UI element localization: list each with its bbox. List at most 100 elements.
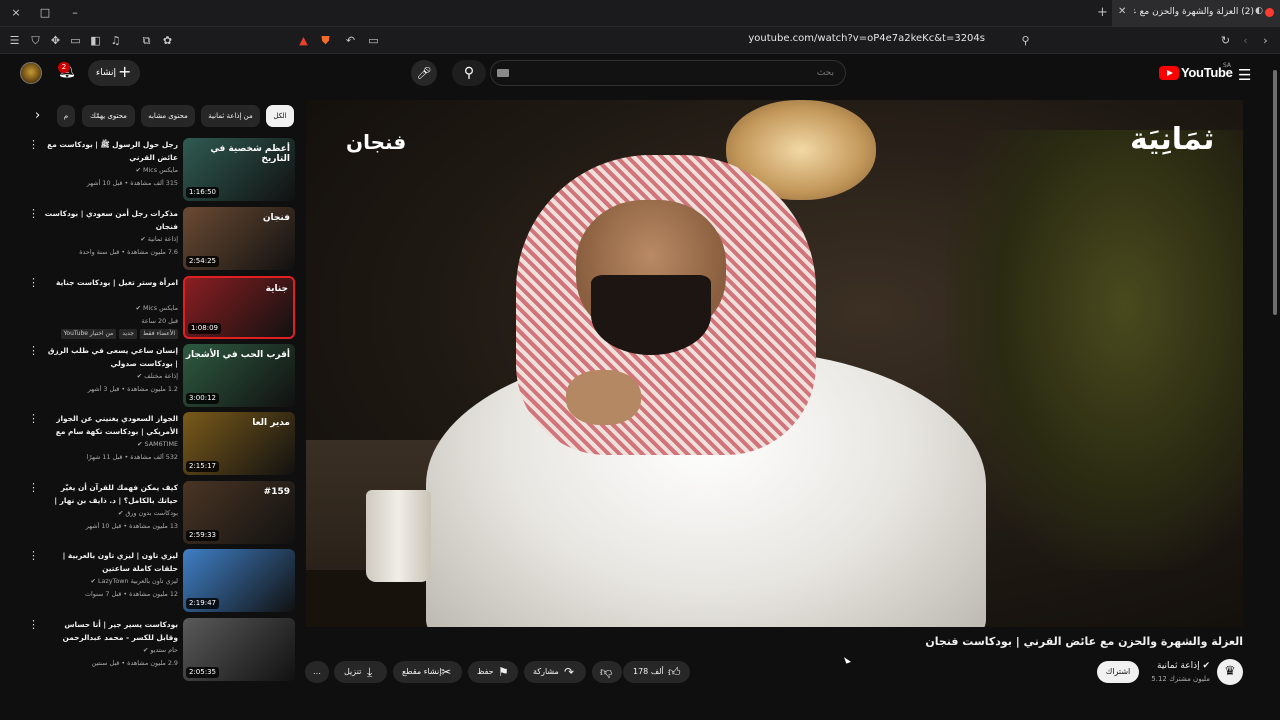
thumbnail-text: أعظم شخصية في التاريخ [210, 144, 290, 164]
recommendation-channel[interactable]: مايكس Mics ✔︎ [44, 166, 178, 174]
recommendation-item[interactable]: مدير العا 2:15:17 ⋮ الجواز السعودي يغنيني ع… [22, 412, 296, 476]
recommendation-title: ليزي تاون | ليزي تاون بالعربية | حلقات ك… [62, 551, 178, 573]
chip-recommended-for-you[interactable]: محتوى يهمّك [82, 105, 135, 127]
create-button[interactable]: إنشاء + [88, 60, 140, 86]
chip-from-channel[interactable]: من إذاعة ثمانية [201, 105, 260, 127]
search-input[interactable] [499, 64, 834, 82]
recommendation-title: بودكاست يسير جير | أنا حساس وقابل للكسر … [62, 620, 178, 642]
more-actions-button[interactable]: … [305, 661, 329, 683]
music-icon[interactable]: ♫ [108, 33, 123, 48]
brave-shields-icon[interactable]: ⛊ [318, 33, 333, 48]
chip-related[interactable]: محتوى مشابه [141, 105, 195, 127]
recommendation-channel-name: إذاعة مختلف [144, 372, 178, 380]
account-avatar[interactable] [20, 62, 42, 84]
recommendation-channel[interactable]: إذاعة ثمانية ✔︎ [44, 235, 178, 243]
recommendation-thumbnail[interactable]: #159 2:59:33 [183, 481, 295, 544]
recommendation-thumbnail[interactable]: فنجان 2:54:25 [183, 207, 295, 270]
close-window-icon[interactable]: × [7, 5, 25, 21]
channel-avatar[interactable]: ♛ [1217, 659, 1243, 685]
verified-icon: ✔︎ [137, 440, 143, 448]
minimize-window-icon[interactable]: – [66, 5, 84, 21]
recommendation-item[interactable]: فنجان 2:54:25 ⋮ مذكرات رجل أمن سعودي | بودك… [22, 207, 296, 271]
save-button[interactable]: ⚑ حفظ [468, 661, 518, 683]
page: × □ – + ✕ (2) العزلة والشهرة والحزن مع ع… [0, 0, 1280, 720]
recommendation-thumbnail[interactable]: 2:19:47 [183, 549, 295, 612]
share-page-icon[interactable]: ↶ [343, 33, 358, 48]
recommendation-thumbnail[interactable]: 2:05:35 [183, 618, 295, 681]
mouse-cursor-icon [843, 655, 852, 664]
video-duration: 1:08:09 [188, 323, 221, 334]
recommendation-thumbnail[interactable]: جناية 1:08:09 [183, 276, 295, 339]
recommendation-thumbnail[interactable]: أقرب الحب في الأشجار 3:00:12 [183, 344, 295, 407]
more-options-icon[interactable]: ⋮ [28, 412, 39, 425]
sidebar-icon[interactable]: ◧ [88, 33, 103, 48]
recommendation-channel[interactable]: إذاعة مختلف ✔︎ [44, 372, 178, 380]
video-duration: 2:05:35 [186, 667, 219, 678]
dislike-button[interactable]: 👎︎ [592, 661, 622, 683]
thumbnail-text: مدير العا [252, 418, 290, 428]
recommendation-item[interactable]: أقرب الحب في الأشجار 3:00:12 ⋮ إنسان ساعي ي… [22, 344, 296, 408]
recommendation-item[interactable]: أعظم شخصية في التاريخ 1:16:50 ⋮ رجل حول الر… [22, 138, 296, 202]
brave-rewards-icon[interactable]: ▲ [296, 33, 311, 48]
chip-partial[interactable]: م [57, 105, 75, 127]
more-options-icon[interactable]: ⋮ [28, 549, 39, 562]
like-button[interactable]: 👍︎ 178 ألف [623, 661, 690, 683]
recommendation-item[interactable]: 2:05:35 ⋮ بودكاست يسير جير | أنا حساس وقاب… [22, 618, 296, 682]
more-options-icon[interactable]: ⋮ [28, 207, 39, 220]
recommendation-item[interactable]: جناية 1:08:09 ⋮ امرأة وستر تغيل | بودكاست ج… [22, 276, 296, 340]
close-tab-icon[interactable]: ✕ [1118, 6, 1126, 17]
voice-search-icon[interactable]: 🎤︎ [411, 60, 437, 86]
recommendation-channel[interactable]: مايكس Mics ✔︎ [44, 304, 178, 312]
download-button[interactable]: ⤓ تنزيل [334, 661, 387, 683]
video-player[interactable]: ثمَانِيَة فنجان [306, 100, 1243, 627]
search-button[interactable]: ⚲ [452, 60, 486, 86]
speaker-beard [591, 275, 711, 355]
clip-label: إنشاء مقطع [402, 667, 442, 676]
youtube-logo[interactable]: YouTube SA [1159, 62, 1233, 84]
share-button[interactable]: ↷ مشاركة [524, 661, 586, 683]
more-options-icon[interactable]: ⋮ [28, 618, 39, 631]
browser-tab[interactable]: ✕ (2) العزلة والشهرة والحزن مع عائض ◐ [1112, 0, 1280, 27]
shield-icon[interactable]: ⛉ [28, 33, 43, 48]
recommendation-channel[interactable]: ليزي تاون بالعربية LazyTown ✔︎ [44, 577, 178, 585]
address-bar-url[interactable]: youtube.com/watch?v=oP4e7a2keKc&t=3204s [640, 33, 985, 44]
clip-button[interactable]: ✂ إنشاء مقطع [393, 661, 462, 683]
new-tab-button[interactable]: + [1097, 5, 1108, 20]
verified-icon: ✔︎ [117, 509, 124, 517]
tabs-icon[interactable]: ▭ [68, 33, 83, 48]
share-icon: ↷ [564, 665, 575, 679]
channel-name-text: إذاعة ثمانية [1157, 661, 1200, 671]
chips-next-arrow-icon[interactable]: › [35, 108, 40, 123]
back-icon[interactable]: ‹ [1238, 33, 1253, 48]
recommendation-item[interactable]: #159 2:59:33 ⋮ كيف يمكن فهمك للقرآن أن يغيّ… [22, 481, 296, 545]
recommendation-meta: 2.9 مليون مشاهدة • قبل سنتين [91, 659, 178, 667]
search-box[interactable] [490, 60, 846, 86]
forward-icon[interactable]: › [1258, 33, 1273, 48]
recommendation-item[interactable]: 2:19:47 ⋮ ليزي تاون | ليزي تاون بالعربية |… [22, 549, 296, 613]
youtube-play-icon [1159, 66, 1179, 80]
recommendation-channel[interactable]: SAM6TIME ✔︎ [44, 440, 178, 448]
extension-icon[interactable]: ✿ [160, 33, 175, 48]
maximize-window-icon[interactable]: □ [36, 5, 54, 21]
more-options-icon[interactable]: ⋮ [28, 138, 39, 151]
more-options-icon[interactable]: ⋮ [28, 481, 39, 494]
more-options-icon[interactable]: ⋮ [28, 276, 39, 289]
recommendation-thumbnail[interactable]: مدير العا 2:15:17 [183, 412, 295, 475]
screenshot-icon[interactable]: ⧉ [139, 33, 154, 48]
recommendation-channel[interactable]: حام ستديو ✔︎ [44, 646, 178, 654]
puzzle-icon[interactable]: ✥ [48, 33, 63, 48]
scrollbar-thumb[interactable] [1273, 70, 1277, 315]
guide-menu-icon[interactable]: ☰ [1238, 66, 1251, 84]
reload-icon[interactable]: ↻ [1218, 33, 1233, 48]
cast-icon[interactable]: ▭ [366, 33, 381, 48]
bookmark-icon[interactable]: ⚲ [1018, 33, 1033, 48]
recommendation-thumbnail[interactable]: أعظم شخصية في التاريخ 1:16:50 [183, 138, 295, 201]
menu-icon[interactable]: ☰ [7, 33, 22, 48]
subscribe-button[interactable]: اشتراك [1097, 661, 1139, 683]
more-options-icon[interactable]: ⋮ [28, 344, 39, 357]
chip-all[interactable]: الكل [266, 105, 294, 127]
recommendation-channel-name: بودكاست بدون ورق [125, 509, 178, 517]
audio-icon[interactable]: ◐ [1255, 6, 1263, 16]
verified-icon: ✔︎ [140, 235, 146, 243]
recommendation-channel[interactable]: بودكاست بدون ورق ✔︎ [44, 509, 178, 517]
